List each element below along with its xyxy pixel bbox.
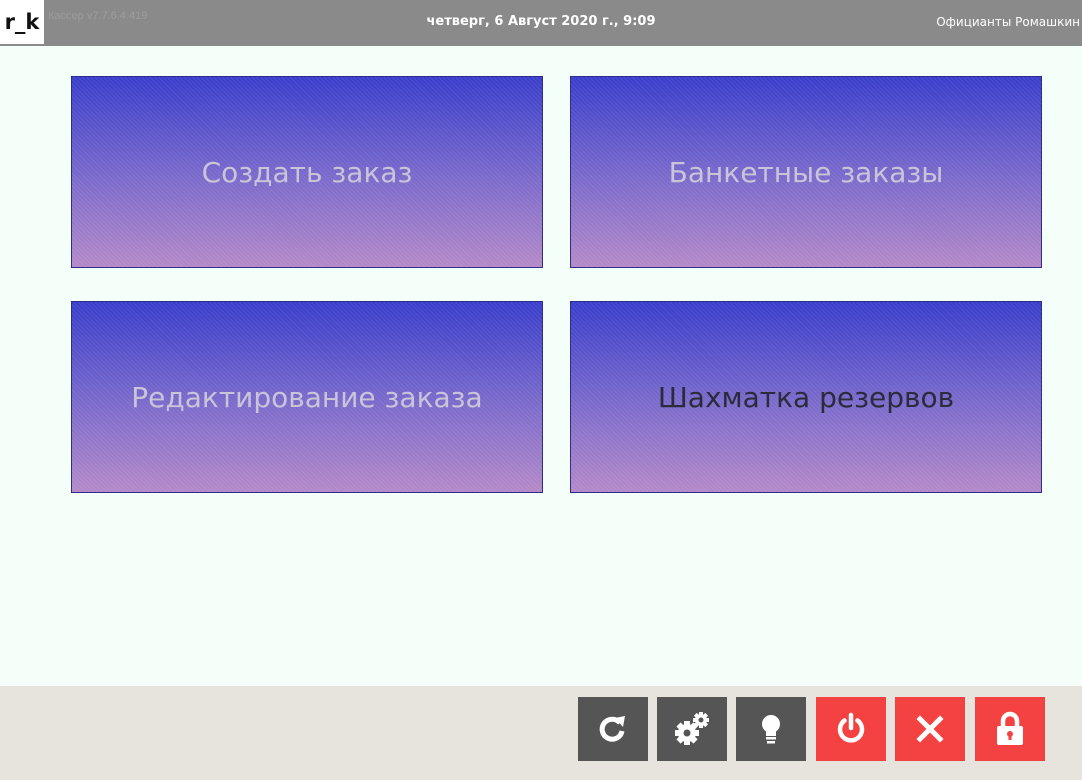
edit-order-button[interactable]: Редактирование заказа — [71, 301, 543, 493]
top-bar: r_k Кассер v7.7.6.4.419 четверг, 6 Авгус… — [0, 0, 1082, 46]
banquet-orders-button[interactable]: Банкетные заказы — [570, 76, 1042, 268]
lock-button[interactable] — [975, 697, 1045, 761]
create-order-button[interactable]: Создать заказ — [71, 76, 543, 268]
gears-icon — [675, 712, 709, 745]
power-button[interactable] — [816, 697, 886, 761]
power-icon — [837, 712, 865, 743]
reservation-grid-button[interactable]: Шахматка резервов — [570, 301, 1042, 493]
lightbulb-icon — [762, 715, 780, 744]
refresh-icon — [599, 716, 625, 742]
hint-button[interactable] — [736, 697, 806, 761]
refresh-button[interactable] — [578, 697, 648, 761]
lock-icon — [997, 711, 1023, 745]
close-icon — [916, 715, 944, 743]
close-button[interactable] — [895, 697, 965, 761]
datetime-label: четверг, 6 Август 2020 г., 9:09 — [426, 14, 656, 29]
settings-button[interactable] — [657, 697, 727, 761]
user-label: Официанты Ромашкин — [936, 15, 1080, 29]
